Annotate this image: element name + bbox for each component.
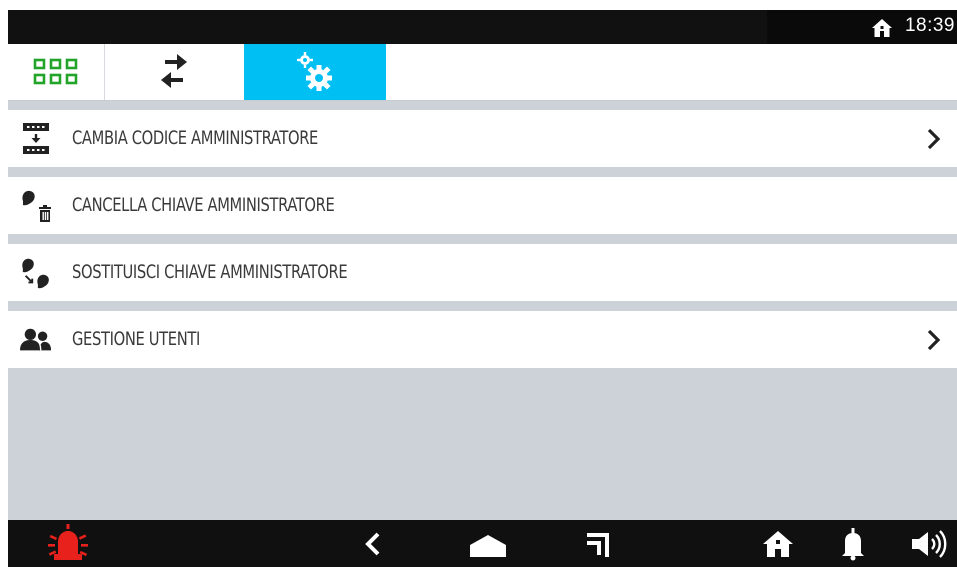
recent-apps-icon [587, 532, 609, 557]
settings-menu: CAMBIA CODICE AMMINISTRATORE CANCELLA CH… [8, 110, 957, 378]
speaker-icon [912, 529, 947, 558]
home-icon [872, 19, 892, 37]
menu-item-delete-admin-key[interactable]: CANCELLA CHIAVE AMMINISTRATORE [8, 177, 957, 234]
tab-transfer[interactable] [104, 44, 245, 100]
chevron-right-icon [927, 329, 941, 351]
menu-item-label: CAMBIA CODICE AMMINISTRATORE [72, 127, 319, 149]
tab-settings[interactable] [244, 44, 386, 100]
menu-item-label: CANCELLA CHIAVE AMMINISTRATORE [72, 194, 335, 216]
key-replace-icon [20, 256, 52, 290]
alarm-button[interactable] [38, 520, 98, 567]
tab-bar [8, 44, 957, 101]
alarm-icon [48, 523, 88, 560]
bell-icon [842, 527, 864, 560]
home-icon [470, 534, 506, 557]
menu-item-label: GESTIONE UTENTI [72, 328, 201, 350]
gears-icon [297, 52, 332, 91]
tab-apps[interactable] [8, 44, 105, 100]
house-button[interactable] [753, 520, 803, 567]
chevron-right-icon [927, 128, 941, 150]
menu-item-change-admin-code[interactable]: CAMBIA CODICE AMMINISTRATORE [8, 110, 957, 167]
recent-apps-button[interactable] [573, 520, 623, 567]
apps-grid-icon [33, 58, 78, 85]
menu-item-label: SOSTITUISCI CHIAVE AMMINISTRATORE [72, 261, 348, 283]
navigation-bar [8, 520, 957, 567]
status-bar-right: 18:39 [767, 10, 957, 44]
home-icon [763, 530, 793, 557]
back-button[interactable] [348, 520, 398, 567]
users-icon [20, 323, 52, 357]
back-icon [365, 532, 380, 555]
notifications-button[interactable] [828, 520, 878, 567]
device-screen: 18:39 CAMBIA CODICE AMMINISTRATORE CANCE… [8, 10, 957, 567]
keypad-code-icon [20, 122, 52, 156]
swap-arrows-icon [161, 54, 187, 88]
volume-button[interactable] [903, 520, 957, 567]
home-nav-button[interactable] [458, 520, 518, 567]
menu-item-replace-admin-key[interactable]: SOSTITUISCI CHIAVE AMMINISTRATORE [8, 244, 957, 301]
menu-item-user-management[interactable]: GESTIONE UTENTI [8, 311, 957, 368]
key-delete-icon [20, 189, 52, 223]
left-edge [0, 0, 8, 567]
status-bar: 18:39 [8, 10, 957, 44]
clock-time: 18:39 [904, 15, 955, 36]
